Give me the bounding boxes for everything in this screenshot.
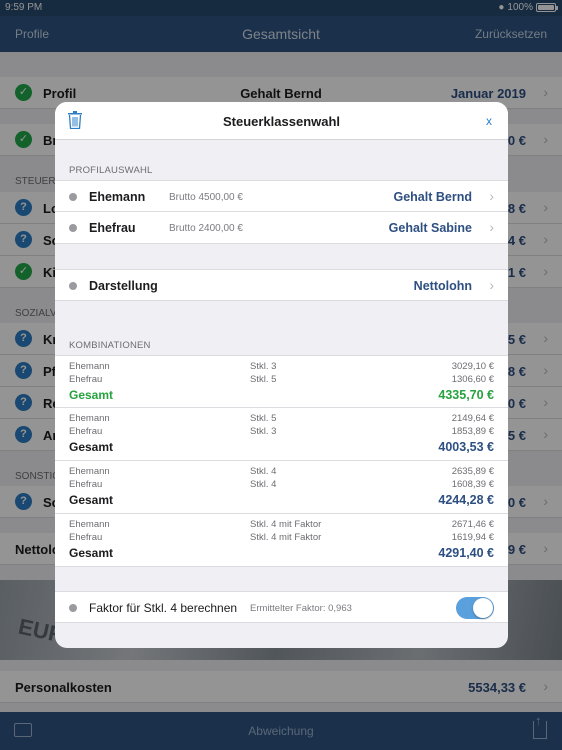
- person-label: Ehefrau: [69, 426, 103, 437]
- darstellung-row[interactable]: Darstellung Nettolohn ›: [55, 269, 508, 301]
- faktor-label: Faktor für Stkl. 4 berechnen: [89, 601, 238, 615]
- darstellung-value: Nettolohn: [413, 279, 472, 293]
- chevron-right-icon: ›: [489, 219, 494, 235]
- status-dot-icon: [69, 224, 77, 232]
- faktor-value: Ermittelter Faktor: 0,963: [250, 603, 352, 614]
- person-label: Ehemann: [69, 361, 110, 372]
- combination-row: Ehemann Stkl. 5 2149,64 € Ehefrau Stkl. 3 18…: [55, 408, 508, 461]
- darstellung-label: Darstellung: [89, 279, 158, 293]
- faktor-toggle[interactable]: [456, 597, 494, 619]
- profile-brutto: Brutto 2400,00 €: [169, 223, 243, 234]
- combination-row: Ehemann Stkl. 3 3029,10 € Ehefrau Stkl. 5 13…: [55, 355, 508, 408]
- chevron-right-icon: ›: [489, 277, 494, 293]
- steuerklasse-label: Stkl. 5: [250, 374, 277, 385]
- status-dot-icon: [69, 282, 77, 290]
- section-header-kombinationen: KOMBINATIONEN: [69, 340, 151, 351]
- profile-row-ehemann[interactable]: Ehemann Brutto 4500,00 € Gehalt Bernd ›: [55, 180, 508, 212]
- profile-role: Ehefrau: [89, 221, 136, 235]
- person-label: Ehefrau: [69, 532, 103, 543]
- net-amount: 1853,89 €: [451, 426, 494, 437]
- profile-brutto: Brutto 4500,00 €: [169, 192, 243, 203]
- steuerklasse-label: Stkl. 3: [250, 426, 277, 437]
- total-label: Gesamt: [69, 388, 114, 402]
- section-header-profilauswahl: PROFILAUSWAHL: [69, 165, 153, 176]
- total-label: Gesamt: [69, 440, 114, 454]
- steuerklassenwahl-modal: Steuerklassenwahl x PROFILAUSWAHL Eheman…: [55, 102, 508, 648]
- person-label: Ehemann: [69, 413, 110, 424]
- steuerklasse-label: Stkl. 4 mit Faktor: [250, 532, 322, 543]
- total-label: Gesamt: [69, 546, 114, 560]
- steuerklasse-label: Stkl. 4: [250, 466, 277, 477]
- steuerklasse-label: Stkl. 5: [250, 413, 277, 424]
- steuerklasse-label: Stkl. 4 mit Faktor: [250, 519, 322, 530]
- person-label: Ehefrau: [69, 479, 103, 490]
- profile-role: Ehemann: [89, 190, 146, 204]
- net-amount: 1306,60 €: [451, 374, 494, 385]
- total-label: Gesamt: [69, 493, 114, 507]
- profile-selection: Gehalt Sabine: [388, 221, 472, 235]
- profile-selection: Gehalt Bernd: [393, 190, 473, 204]
- net-amount: 3029,10 €: [451, 361, 494, 372]
- steuerklasse-label: Stkl. 4: [250, 479, 277, 490]
- close-button[interactable]: x: [486, 114, 492, 128]
- status-dot-icon: [69, 193, 77, 201]
- chevron-right-icon: ›: [489, 188, 494, 204]
- total-amount: 4003,53 €: [438, 440, 494, 454]
- status-dot-icon: [69, 604, 77, 612]
- total-amount: 4244,28 €: [438, 493, 494, 507]
- modal-title: Steuerklassenwahl: [222, 114, 341, 129]
- net-amount: 1619,94 €: [451, 532, 494, 543]
- person-label: Ehemann: [69, 466, 110, 477]
- toggle-knob: [473, 598, 493, 618]
- net-amount: 2635,89 €: [451, 466, 494, 477]
- combination-row: Ehemann Stkl. 4 2635,89 € Ehefrau Stkl. 4 16…: [55, 461, 508, 514]
- modal-header: Steuerklassenwahl x: [55, 102, 508, 140]
- faktor-row: Faktor für Stkl. 4 berechnen Ermittelter…: [55, 591, 508, 623]
- net-amount: 2671,46 €: [451, 519, 494, 530]
- profile-row-ehefrau[interactable]: Ehefrau Brutto 2400,00 € Gehalt Sabine ›: [55, 212, 508, 244]
- person-label: Ehemann: [69, 519, 110, 530]
- person-label: Ehefrau: [69, 374, 103, 385]
- steuerklasse-label: Stkl. 3: [250, 361, 277, 372]
- total-amount: 4335,70 €: [438, 388, 494, 402]
- net-amount: 2149,64 €: [451, 413, 494, 424]
- total-amount: 4291,40 €: [438, 546, 494, 560]
- net-amount: 1608,39 €: [451, 479, 494, 490]
- combination-row: Ehemann Stkl. 4 mit Faktor 2671,46 € Ehefr…: [55, 514, 508, 567]
